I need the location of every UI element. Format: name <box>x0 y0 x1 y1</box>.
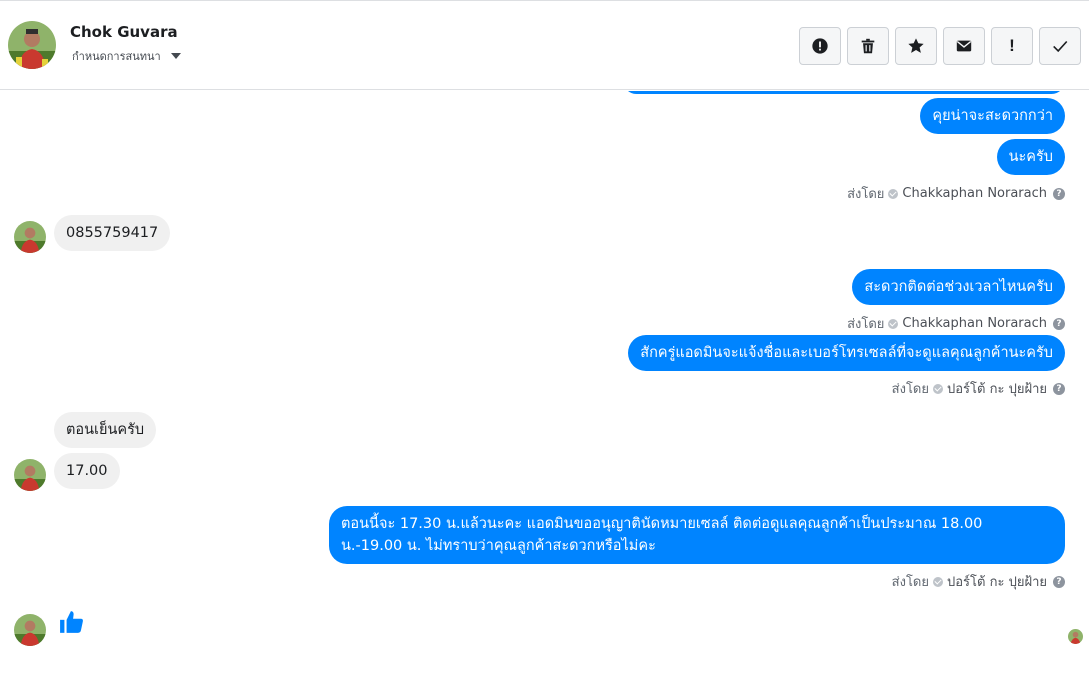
contact-avatar[interactable] <box>8 21 56 69</box>
contact-name: Chok Guvara <box>70 23 178 41</box>
verified-check-icon <box>888 188 899 199</box>
conversation-toolbar: ! <box>799 27 1081 65</box>
star-button[interactable] <box>895 27 937 65</box>
follow-up-button[interactable]: ! <box>991 27 1033 65</box>
sent-by-label: ส่งโดย Chakkaphan Norarach ? <box>847 313 1065 334</box>
delete-button[interactable] <box>847 27 889 65</box>
sent-by-label: ส่งโดย Chakkaphan Norarach ? <box>847 183 1065 204</box>
mark-unread-button[interactable] <box>943 27 985 65</box>
contact-avatar-small[interactable] <box>14 221 46 253</box>
message-outgoing[interactable]: สักครู่แอดมินจะแจ้งชื่อและเบอร์โทรเซลล์ท… <box>628 335 1065 371</box>
check-icon <box>1053 40 1068 53</box>
message-outgoing[interactable]: สะดวกติดต่อช่วงเวลาไหนครับ <box>852 269 1065 305</box>
mark-done-button[interactable] <box>1039 27 1081 65</box>
message-outgoing[interactable]: ตอนนี้จะ 17.30 น.แล้วนะคะ แอดมินขออนุญาต… <box>329 506 1065 564</box>
assign-conversation-dropdown[interactable]: กำหนดการสนทนา <box>72 47 181 65</box>
trash-icon <box>861 38 875 54</box>
message-incoming[interactable]: ตอนเย็นครับ <box>54 412 157 448</box>
like-thumb-icon[interactable] <box>59 609 85 639</box>
help-icon[interactable]: ? <box>1053 382 1065 395</box>
verified-check-icon <box>888 318 899 329</box>
help-icon[interactable]: ? <box>1053 575 1065 588</box>
verified-check-icon <box>933 383 943 394</box>
envelope-icon <box>956 40 972 52</box>
sent-by-label: ส่งโดย ปอร์โต้ กะ ปุยฝ้าย ? <box>892 378 1065 399</box>
sender-name[interactable]: ปอร์โต้ กะ ปุยฝ้าย <box>947 378 1047 399</box>
exclamation-icon: ! <box>1009 36 1015 55</box>
message-line: ตอนนี้จะ 17.30 น.แล้วนะคะ แอดมินขออนุญาต… <box>341 516 983 532</box>
caret-down-icon <box>170 53 181 59</box>
verified-check-icon <box>933 576 943 587</box>
message-line: น.-19.00 น. ไม่ทราบว่าคุณลูกค้าสะดวกหรือ… <box>341 538 656 554</box>
contact-avatar-small[interactable] <box>14 459 46 491</box>
contact-avatar-small[interactable] <box>14 614 46 646</box>
alert-circle-icon <box>812 38 828 54</box>
message-thread[interactable]: คุยน่าจะสะดวกกว่า นะครับ ส่งโดย Chakkaph… <box>0 91 1089 675</box>
message-outgoing[interactable] <box>623 91 1065 94</box>
sent-by-label: ส่งโดย ปอร์โต้ กะ ปุยฝ้าย ? <box>892 571 1065 592</box>
help-icon[interactable]: ? <box>1053 317 1065 330</box>
read-receipt-avatar <box>1068 629 1083 644</box>
message-outgoing[interactable]: นะครับ <box>996 139 1065 175</box>
message-incoming[interactable]: 0855759417 <box>54 215 171 251</box>
mark-spam-button[interactable] <box>799 27 841 65</box>
sender-name[interactable]: Chakkaphan Norarach <box>902 316 1047 331</box>
star-icon <box>908 38 924 53</box>
help-icon[interactable]: ? <box>1053 187 1065 200</box>
sender-name[interactable]: ปอร์โต้ กะ ปุยฝ้าย <box>947 571 1047 592</box>
assign-label: กำหนดการสนทนา <box>72 50 161 63</box>
message-outgoing[interactable]: คุยน่าจะสะดวกกว่า <box>920 98 1065 134</box>
conversation-header: Chok Guvara กำหนดการสนทนา ! <box>0 0 1089 90</box>
message-incoming[interactable]: 17.00 <box>54 453 120 489</box>
sender-name[interactable]: Chakkaphan Norarach <box>902 186 1047 201</box>
